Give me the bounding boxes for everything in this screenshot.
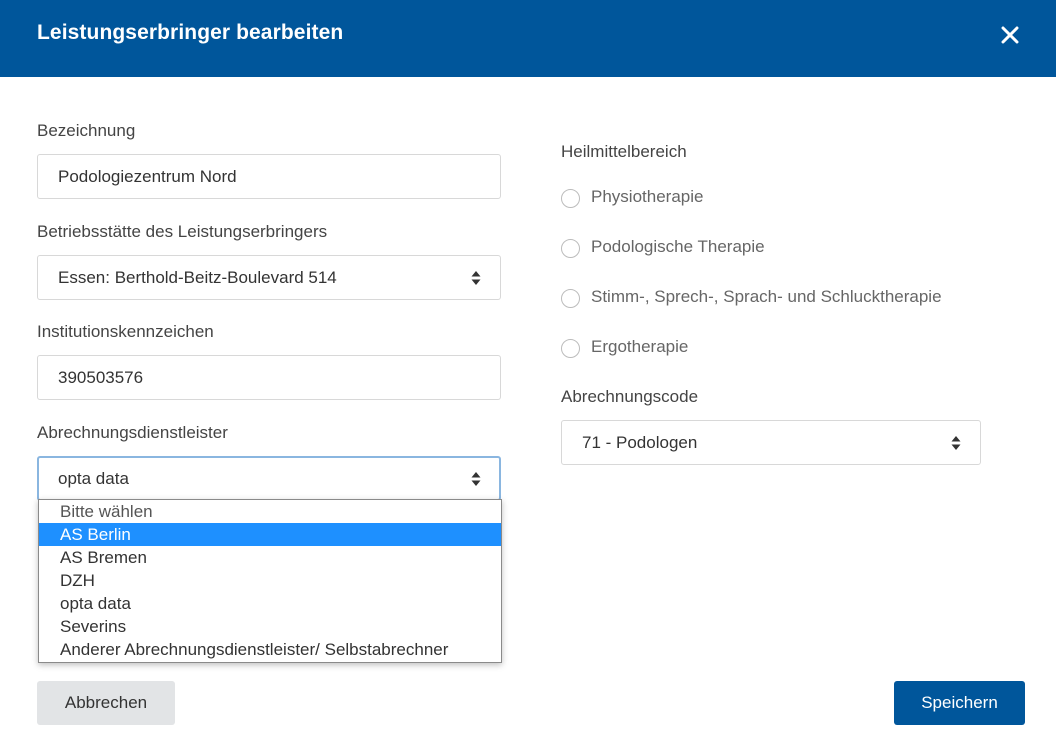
radio-label: Ergotherapie [591,337,689,356]
dropdown-option[interactable]: Anderer Abrechnungsdienstleister/ Selbst… [39,638,501,661]
dropdown-option[interactable]: Bitte wählen [39,500,501,523]
abrechnungsdienstleister-select[interactable]: opta data [37,456,501,501]
radio-label: Physiotherapie [591,187,704,206]
dropdown-option[interactable]: DZH [39,569,501,592]
dropdown-option-highlighted[interactable]: AS Berlin [39,523,501,546]
radio-label: Stimm-, Sprech-, Sprach- und Schluckther… [591,287,942,306]
bezeichnung-label: Bezeichnung [37,121,136,140]
dropdown-option[interactable]: opta data [39,592,501,615]
betriebsstaette-value: Essen: Berthold-Beitz-Boulevard 514 [58,268,337,287]
close-icon[interactable] [996,21,1024,49]
radio-label: Podologische Therapie [591,237,765,256]
dropdown-option[interactable]: AS Bremen [39,546,501,569]
abrechnungsdienstleister-dropdown: Bitte wählen AS Berlin AS Bremen DZH opt… [38,499,502,663]
cancel-button[interactable]: Abbrechen [37,681,175,725]
abrechnungscode-select[interactable]: 71 - Podologen [561,420,981,465]
bezeichnung-value: Podologiezentrum Nord [58,167,237,186]
radio-circle-icon[interactable] [561,339,580,358]
bezeichnung-input[interactable]: Podologiezentrum Nord [37,154,501,199]
radio-circle-icon[interactable] [561,239,580,258]
abrechnungscode-label: Abrechnungscode [561,387,699,406]
radio-circle-icon[interactable] [561,289,580,308]
radio-circle-icon[interactable] [561,189,580,208]
select-arrows-icon [471,472,481,486]
dropdown-option[interactable]: Severins [39,615,501,638]
ik-input[interactable]: 390503576 [37,355,501,400]
betriebsstaette-label: Betriebsstätte des Leistungserbringers [37,222,328,241]
dialog-header: Leistungserbringer bearbeiten [0,0,1056,77]
abrechnungsdienstleister-value: opta data [58,469,129,488]
heilmittelbereich-label: Heilmittelbereich [561,142,687,161]
abrechnungscode-value: 71 - Podologen [582,433,698,452]
dialog-title: Leistungserbringer bearbeiten [37,21,344,44]
select-arrows-icon [471,271,481,285]
betriebsstaette-select[interactable]: Essen: Berthold-Beitz-Boulevard 514 [37,255,501,300]
select-arrows-icon [951,436,961,450]
save-button[interactable]: Speichern [894,681,1025,725]
ik-value: 390503576 [58,368,144,387]
abrechnungsdienstleister-label: Abrechnungsdienstleister [37,423,228,442]
ik-label: Institutionskennzeichen [37,322,214,341]
